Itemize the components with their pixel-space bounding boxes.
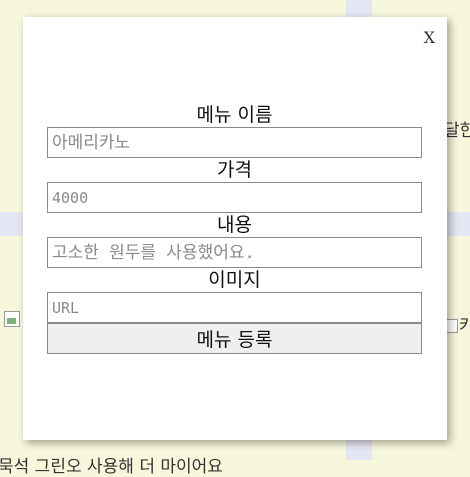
background-image-alt-text: 카	[459, 316, 470, 336]
description-input[interactable]	[47, 237, 422, 268]
price-label: 가격	[217, 159, 252, 181]
price-input[interactable]	[47, 182, 422, 213]
register-menu-button[interactable]: 메뉴 등록	[47, 323, 422, 354]
add-menu-form: 메뉴 이름 가격 내용 이미지 메뉴 등록	[47, 103, 422, 354]
broken-image-icon	[446, 319, 458, 333]
image-label: 이미지	[208, 269, 261, 291]
add-menu-modal: X 메뉴 이름 가격 내용 이미지 메뉴 등록	[23, 17, 447, 440]
background-card-text: 달한	[444, 121, 470, 141]
close-button[interactable]: X	[424, 30, 435, 46]
image-url-input[interactable]	[47, 292, 422, 323]
description-label: 내용	[217, 214, 252, 236]
background-description-text: 묵석 그린오 사용해 더 마이어요	[0, 457, 223, 477]
menu-name-input[interactable]	[47, 127, 422, 158]
menu-name-label: 메뉴 이름	[196, 104, 273, 126]
broken-image-icon	[4, 311, 20, 327]
background-card-image: 카	[446, 311, 470, 336]
